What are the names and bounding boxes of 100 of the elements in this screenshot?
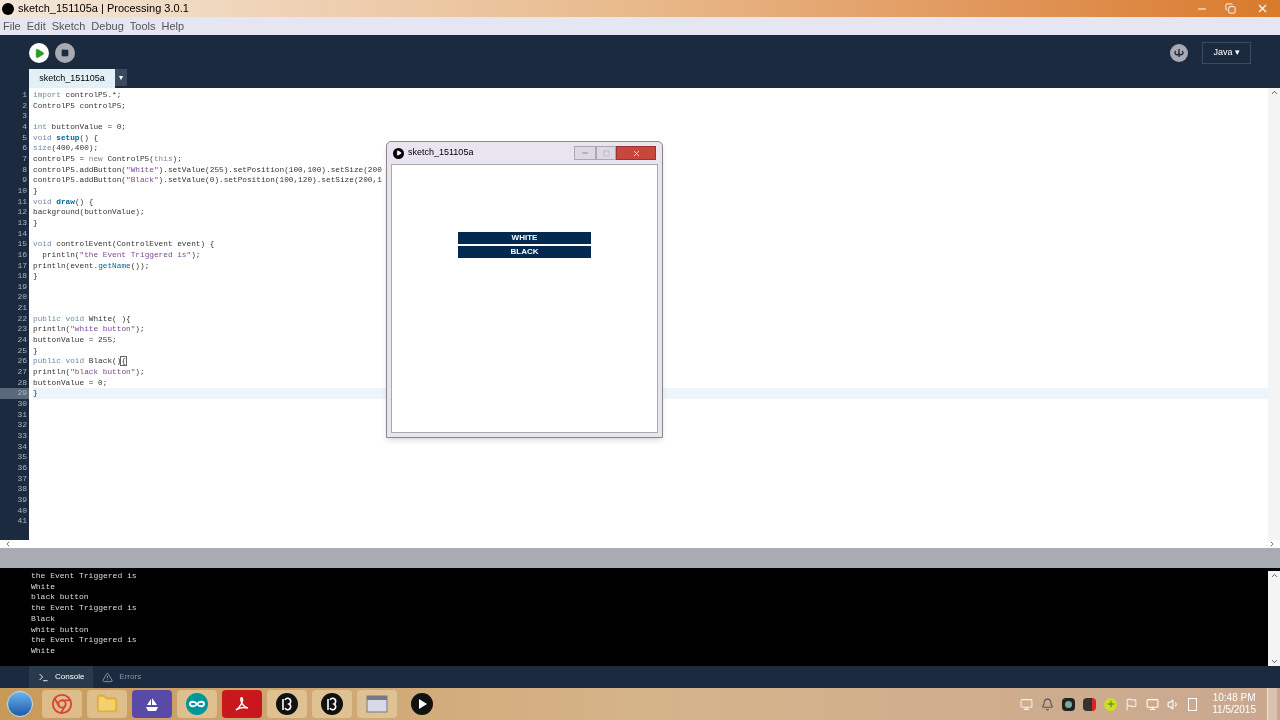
infinity-icon[interactable]	[177, 690, 217, 718]
line-number: 5	[22, 132, 27, 144]
line-number: 29	[17, 388, 27, 400]
line-number: 38	[17, 484, 27, 495]
line-number: 40	[17, 505, 27, 517]
line-number: 2	[22, 100, 27, 112]
line-number: 25	[17, 345, 27, 357]
scroll-right-icon[interactable]	[1268, 540, 1276, 548]
line-number: 7	[22, 153, 27, 165]
console-line: the Event Triggered is	[31, 571, 137, 582]
line-number: 19	[17, 281, 27, 293]
console-tab[interactable]: Console	[29, 666, 94, 688]
line-number: 24	[17, 335, 27, 346]
maximize-icon	[602, 149, 610, 157]
line-number: 1	[22, 90, 27, 101]
vertical-scrollbar[interactable]	[1268, 88, 1280, 540]
menu-item[interactable]: Debug	[91, 17, 124, 35]
line-number: 14	[17, 228, 27, 240]
line-number: 20	[17, 292, 27, 304]
minimize-icon	[581, 149, 589, 157]
console-line: the Event Triggered is	[31, 603, 137, 614]
line-number: 41	[17, 516, 27, 527]
line-number: 37	[17, 473, 27, 485]
play-icon	[33, 47, 45, 59]
editor-tab[interactable]: sketch_151105a	[29, 69, 115, 88]
menu-item[interactable]: File	[3, 17, 21, 35]
line-number: 30	[17, 399, 27, 410]
scroll-left-icon[interactable]	[4, 540, 12, 548]
line-number: 11	[17, 196, 27, 208]
warning-icon	[102, 671, 114, 683]
line-number: 27	[17, 367, 27, 378]
console-line: the Event Triggered is	[31, 635, 137, 646]
minimize-button[interactable]	[574, 146, 596, 160]
ship-icon[interactable]	[132, 690, 172, 718]
close-button[interactable]	[616, 146, 656, 160]
pdf-icon[interactable]	[222, 690, 262, 718]
app-icon	[2, 2, 14, 15]
line-number: 18	[17, 271, 27, 282]
line-number: 13	[17, 217, 27, 229]
line-number: 26	[17, 356, 27, 368]
line-number: 12	[17, 207, 27, 218]
console-line: White	[31, 581, 55, 593]
bell-icon[interactable]	[1041, 697, 1055, 711]
line-number: 33	[17, 431, 27, 442]
scroll-up-icon[interactable]	[1269, 571, 1279, 580]
debug-button[interactable]	[1170, 44, 1189, 62]
line-number: 28	[17, 377, 27, 389]
console-tab[interactable]: Errors	[93, 666, 151, 688]
line-number: 23	[17, 324, 27, 336]
line-number: 22	[17, 313, 27, 325]
close-icon	[631, 148, 641, 158]
flag-icon[interactable]	[1125, 697, 1139, 711]
tab-menu-button[interactable]: ▾	[115, 69, 127, 86]
line-number: 3	[22, 111, 27, 122]
scroll-down-icon[interactable]	[1269, 657, 1279, 666]
sketch-button[interactable]: BLACK	[458, 246, 591, 258]
clock-time: 10:48 PM	[1212, 692, 1256, 704]
stop-icon	[61, 49, 69, 57]
console-line: black button	[31, 592, 89, 604]
line-number: 9	[22, 175, 27, 186]
line-number: 15	[17, 239, 27, 250]
monitor-icon[interactable]	[1020, 697, 1034, 711]
menu-item[interactable]: Tools	[129, 17, 156, 35]
sketch-button[interactable]: WHITE	[458, 232, 591, 244]
line-number: 36	[17, 462, 27, 474]
stop-button[interactable]	[55, 43, 75, 63]
run-button[interactable]	[29, 43, 49, 63]
chrome-icon[interactable]	[42, 690, 82, 718]
console-line: white button	[31, 624, 89, 636]
line-number: 16	[17, 249, 27, 261]
line-number: 35	[17, 452, 27, 463]
line-number: 17	[17, 260, 27, 272]
window-icon[interactable]	[357, 690, 397, 718]
clock-date: 11/5/2015	[1212, 704, 1256, 716]
sketch-window-title: sketch_151105a	[408, 146, 474, 160]
line-number: 4	[22, 121, 27, 133]
line-number: 31	[17, 409, 27, 421]
restore-icon	[1224, 3, 1236, 14]
maximize-button[interactable]	[596, 146, 616, 160]
camera-icon[interactable]	[1062, 697, 1076, 711]
console-line: White	[31, 645, 55, 657]
menu-item[interactable]: Help	[161, 17, 185, 35]
network-icon[interactable]	[1146, 697, 1160, 711]
window-title: sketch_151105a | Processing 3.0.1	[18, 1, 189, 17]
mode-selector[interactable]: Java ▾	[1202, 42, 1251, 64]
processing-icon[interactable]	[312, 690, 352, 718]
battery-icon[interactable]	[1188, 697, 1198, 711]
menu-item[interactable]: Edit	[26, 17, 46, 35]
scroll-up-icon[interactable]	[1269, 88, 1279, 97]
line-number: 21	[17, 303, 27, 314]
menu-item[interactable]: Sketch	[51, 17, 86, 35]
console-line: Black	[31, 613, 55, 625]
terminal-icon	[38, 671, 49, 683]
plus-icon[interactable]	[1104, 697, 1118, 711]
line-number: 34	[17, 441, 27, 453]
horizontal-scrollbar[interactable]	[0, 540, 1280, 548]
line-number: 32	[17, 420, 27, 431]
line-number: 8	[22, 164, 27, 176]
processing-icon[interactable]	[267, 690, 307, 718]
line-number: 39	[17, 494, 27, 506]
